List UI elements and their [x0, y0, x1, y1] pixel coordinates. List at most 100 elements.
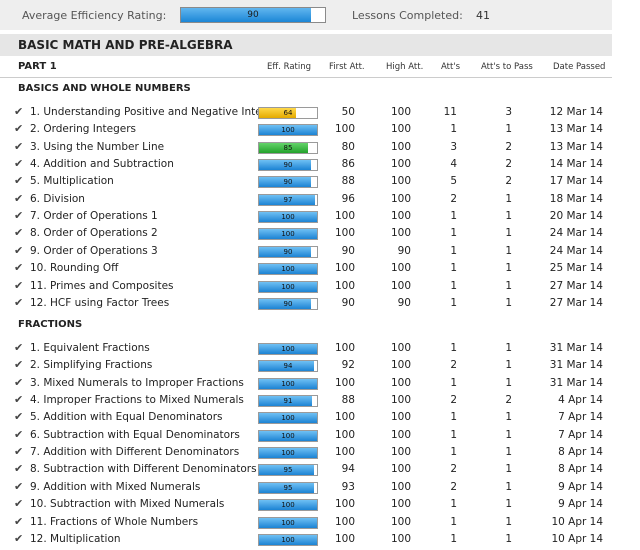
cell-date: 12 Mar 14	[549, 106, 603, 118]
lesson-row[interactable]: ✔ 1. Understanding Positive and Negative …	[0, 104, 612, 121]
cell-first: 100	[334, 227, 355, 240]
lesson-name[interactable]: 6. Subtraction with Equal Denominators	[30, 429, 240, 441]
efficiency-bar: 100	[258, 533, 318, 546]
lesson-row[interactable]: ✔ 3. Using the Number Line 85 80 100 3 2 13 Mar…	[0, 139, 612, 156]
efficiency-bar: 100	[258, 263, 318, 276]
check-icon: ✔	[14, 445, 24, 459]
lesson-name[interactable]: 12. Multiplication	[30, 533, 121, 545]
lesson-row[interactable]: ✔ 2. Simplifying Fractions 94 92 100 2 1 31 Mar…	[0, 357, 612, 374]
cell-pass: 1	[505, 123, 512, 136]
lessons-completed-label: Lessons Completed:	[352, 9, 463, 22]
cell-pass: 2	[505, 140, 512, 153]
lesson-name[interactable]: 8. Subtraction with Different Denominato…	[30, 463, 257, 475]
efficiency-bar: 100	[258, 429, 318, 442]
cell-pass: 2	[505, 158, 512, 171]
lesson-row[interactable]: ✔ 4. Addition and Subtraction 90 86 100 4 2 14 …	[0, 156, 612, 173]
cell-high: 100	[390, 342, 411, 354]
efficiency-value: 100	[281, 535, 295, 544]
efficiency-value: 100	[281, 126, 295, 135]
cell-date: 9 Apr 14	[558, 480, 603, 493]
lesson-row[interactable]: ✔ 12. HCF using Factor Trees 90 90 90 1 1 27 Ma…	[0, 295, 612, 312]
cell-pass: 2	[505, 175, 512, 188]
cell-high: 100	[390, 446, 411, 459]
lesson-name[interactable]: 4. Addition and Subtraction	[30, 158, 174, 170]
efficiency-bar: 100	[258, 124, 318, 137]
cell-high: 100	[390, 175, 411, 188]
lesson-row[interactable]: ✔ 7. Order of Operations 1 100 100 100 1 1 20 M…	[0, 208, 612, 225]
cell-first: 100	[334, 498, 355, 511]
lesson-row[interactable]: ✔ 6. Subtraction with Equal Denominators 1…	[0, 427, 612, 444]
cell-atts: 1	[450, 244, 457, 257]
efficiency-value: 100	[281, 414, 295, 423]
cell-first: 88	[341, 175, 355, 188]
lesson-row[interactable]: ✔ 8. Subtraction with Different Denominat…	[0, 461, 612, 478]
cell-date: 8 Apr 14	[558, 446, 603, 459]
efficiency-value: 94	[283, 362, 293, 371]
lesson-name[interactable]: 10. Subtraction with Mixed Numerals	[30, 498, 224, 510]
cell-date: 20 Mar 14	[549, 210, 603, 223]
check-icon: ✔	[14, 226, 24, 240]
lesson-row[interactable]: ✔ 12. Multiplication 100 100 100 1 1 10 Apr 14	[0, 531, 612, 548]
lesson-name[interactable]: 11. Primes and Composites	[30, 280, 174, 292]
lesson-name[interactable]: 11. Fractions of Whole Numbers	[30, 516, 198, 528]
cell-atts: 1	[450, 210, 457, 223]
efficiency-value: 90	[283, 161, 293, 170]
lesson-row[interactable]: ✔ 4. Improper Fractions to Mixed Numerals…	[0, 392, 612, 409]
efficiency-bar: 85	[258, 141, 318, 154]
lesson-row[interactable]: ✔ 10. Rounding Off 100 100 100 1 1 25 Mar 14	[0, 260, 612, 277]
lesson-row[interactable]: ✔ 9. Order of Operations 3 90 90 90 1 1 24 Mar …	[0, 243, 612, 260]
lesson-name[interactable]: 2. Simplifying Fractions	[30, 359, 152, 371]
cell-pass: 1	[505, 262, 512, 275]
cell-pass: 1	[505, 359, 512, 372]
cell-first: 100	[334, 446, 355, 459]
cell-date: 14 Mar 14	[549, 158, 603, 171]
lesson-row[interactable]: ✔ 2. Ordering Integers 100 100 100 1 1 13 Mar 1…	[0, 121, 612, 138]
lesson-name[interactable]: 9. Order of Operations 3	[30, 245, 158, 257]
cell-high: 100	[390, 158, 411, 171]
lesson-row[interactable]: ✔ 10. Subtraction with Mixed Numerals 100 1…	[0, 496, 612, 513]
lesson-name[interactable]: 2. Ordering Integers	[30, 123, 136, 135]
lesson-row[interactable]: ✔ 8. Order of Operations 2 100 100 100 1 1 24 M…	[0, 225, 612, 242]
check-icon: ✔	[14, 191, 24, 205]
lesson-name[interactable]: 7. Order of Operations 1	[30, 210, 158, 222]
cell-pass: 1	[505, 192, 512, 205]
lesson-row[interactable]: ✔ 1. Equivalent Fractions 100 100 100 1 1 31 Ma…	[0, 340, 612, 357]
lesson-name[interactable]: 1. Understanding Positive and Negative I…	[30, 106, 285, 118]
lesson-name[interactable]: 3. Using the Number Line	[30, 141, 164, 153]
lesson-row[interactable]: ✔ 5. Addition with Equal Denominators 100 1…	[0, 409, 612, 426]
lesson-name[interactable]: 9. Addition with Mixed Numerals	[30, 481, 200, 493]
cell-first: 90	[341, 244, 355, 257]
lesson-name[interactable]: 8. Order of Operations 2	[30, 227, 158, 239]
cell-pass: 1	[505, 376, 512, 389]
lesson-name[interactable]: 3. Mixed Numerals to Improper Fractions	[30, 377, 244, 389]
cell-high: 100	[390, 428, 411, 441]
lesson-row[interactable]: ✔ 7. Addition with Different Denominators…	[0, 444, 612, 461]
lesson-row[interactable]: ✔ 6. Division 97 96 100 2 1 18 Mar 14	[0, 191, 612, 208]
lesson-row[interactable]: ✔ 11. Fractions of Whole Numbers 100 100 100…	[0, 514, 612, 531]
efficiency-value: 95	[283, 466, 293, 475]
lesson-name[interactable]: 10. Rounding Off	[30, 262, 118, 274]
efficiency-value: 91	[283, 397, 293, 406]
lesson-name[interactable]: 5. Addition with Equal Denominators	[30, 411, 223, 423]
lesson-name[interactable]: 12. HCF using Factor Trees	[30, 297, 169, 309]
efficiency-bar: 100	[258, 499, 318, 512]
lesson-name[interactable]: 5. Multiplication	[30, 175, 114, 187]
efficiency-bar: 64	[258, 107, 318, 119]
cell-pass: 1	[505, 244, 512, 257]
lesson-row[interactable]: ✔ 11. Primes and Composites 100 100 100 1 1 27 …	[0, 278, 612, 295]
check-icon: ✔	[14, 462, 24, 476]
lesson-row[interactable]: ✔ 9. Addition with Mixed Numerals 95 93 100 2…	[0, 479, 612, 496]
cell-atts: 2	[450, 192, 457, 205]
lesson-name[interactable]: 6. Division	[30, 193, 85, 205]
cell-date: 10 Apr 14	[551, 532, 603, 545]
lesson-name[interactable]: 4. Improper Fractions to Mixed Numerals	[30, 394, 244, 406]
lesson-row[interactable]: ✔ 3. Mixed Numerals to Improper Fractions…	[0, 375, 612, 392]
cell-atts: 2	[450, 394, 457, 407]
lesson-name[interactable]: 1. Equivalent Fractions	[30, 342, 150, 354]
lesson-row[interactable]: ✔ 5. Multiplication 90 88 100 5 2 17 Mar 14	[0, 173, 612, 190]
check-icon: ✔	[14, 410, 24, 424]
lesson-name[interactable]: 7. Addition with Different Denominators	[30, 446, 239, 458]
cell-atts: 1	[450, 262, 457, 275]
efficiency-bar: 90	[258, 159, 318, 172]
col-date-passed: Date Passed	[553, 62, 606, 72]
